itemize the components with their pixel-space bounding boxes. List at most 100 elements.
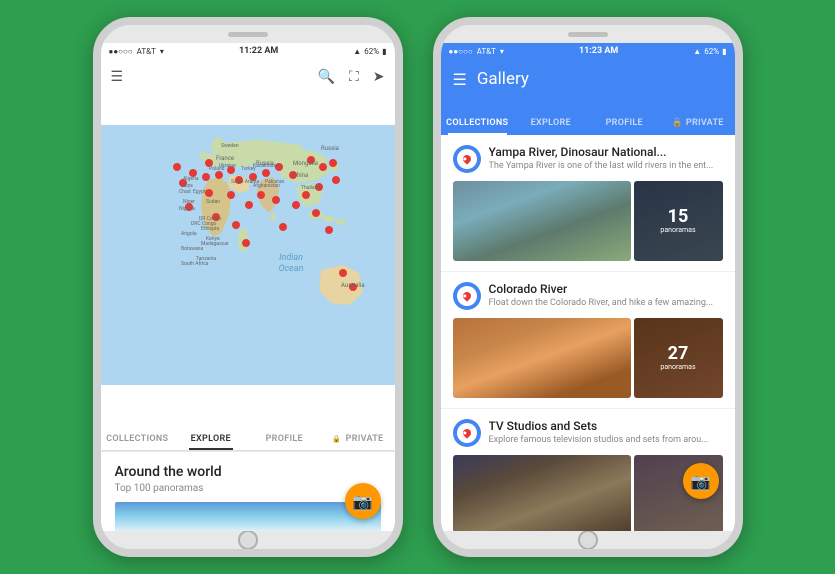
panorama-number-yampa: 15 bbox=[668, 208, 689, 226]
gallery-item-title-colorado: Colorado River bbox=[489, 282, 723, 296]
home-button-1[interactable] bbox=[238, 530, 258, 550]
phone-map: ●●○○○ AT&T ▾ 11:22 AM ▲ 62% ▮ ☰ 🔍 ⛶ ➤ bbox=[93, 17, 403, 557]
camera-icon-2: 📷 bbox=[691, 472, 711, 491]
menu-icon[interactable]: ☰ bbox=[111, 69, 124, 85]
tab-explore-1[interactable]: EXPLORE bbox=[174, 434, 248, 450]
svg-text:Russia: Russia bbox=[256, 160, 274, 167]
phone-screen-1: ●●○○○ AT&T ▾ 11:22 AM ▲ 62% ▮ ☰ 🔍 ⛶ ➤ bbox=[101, 43, 395, 531]
gallery-list[interactable]: Yampa River, Dinosaur National... The Ya… bbox=[441, 135, 735, 531]
tab-explore-2[interactable]: EXPLORE bbox=[514, 118, 588, 135]
svg-text:Mongolia: Mongolia bbox=[293, 160, 318, 167]
tab-collections-2[interactable]: COLLECTIONS bbox=[441, 118, 515, 135]
svg-text:Russia: Russia bbox=[321, 145, 339, 152]
phone-bottom-bar-2 bbox=[441, 531, 735, 549]
gallery-item-title-tv: TV Studios and Sets bbox=[489, 419, 723, 433]
svg-text:Ethiopia: Ethiopia bbox=[201, 226, 219, 232]
svg-text:Tanzania: Tanzania bbox=[196, 256, 216, 262]
navigate-icon[interactable]: ➤ bbox=[373, 69, 385, 85]
phone-top-bar-1 bbox=[101, 25, 395, 43]
gallery-item-yampa[interactable]: Yampa River, Dinosaur National... The Ya… bbox=[441, 135, 735, 272]
svg-text:China: China bbox=[293, 172, 308, 179]
carrier-2: AT&T bbox=[477, 47, 496, 56]
status-bar-1: ●●○○○ AT&T ▾ 11:22 AM ▲ 62% ▮ bbox=[101, 43, 395, 59]
tab-profile-2[interactable]: PROFILE bbox=[588, 118, 662, 135]
card-subtitle: Top 100 panoramas bbox=[115, 483, 381, 494]
gallery-item-colorado[interactable]: Colorado River Float down the Colorado R… bbox=[441, 272, 735, 409]
time-2: 11:23 AM bbox=[579, 46, 618, 56]
map-container[interactable]: ☰ 🔍 ⛶ ➤ bbox=[101, 59, 395, 415]
svg-text:Sweden: Sweden bbox=[221, 143, 239, 149]
svg-text:Sudan: Sudan bbox=[206, 199, 220, 205]
battery-1: 62% bbox=[364, 47, 379, 56]
camera-icon-1: 📷 bbox=[353, 492, 373, 511]
signal-dots-1: ●●○○○ bbox=[109, 47, 133, 56]
status-bar-2: ●●○○○ AT&T ▾ 11:23 AM ▲ 62% ▮ bbox=[441, 43, 735, 59]
colorado-photo bbox=[453, 318, 631, 398]
wifi-icon-1: ▾ bbox=[160, 47, 164, 56]
gallery-item-desc-colorado: Float down the Colorado River, and hike … bbox=[489, 298, 723, 308]
svg-text:Pakistan: Pakistan bbox=[265, 179, 285, 185]
tv-photo bbox=[453, 455, 631, 531]
sv-icon-yampa bbox=[453, 145, 481, 173]
sv-icon-colorado bbox=[453, 282, 481, 310]
time-1: 11:22 AM bbox=[239, 46, 278, 56]
map-toolbar: ☰ 🔍 ⛶ ➤ bbox=[101, 59, 395, 95]
panorama-number-colorado: 27 bbox=[668, 345, 689, 363]
phone-screen-2: ●●○○○ AT&T ▾ 11:23 AM ▲ 62% ▮ ☰ Gallery … bbox=[441, 43, 735, 531]
battery-icon-1: ▮ bbox=[382, 47, 386, 56]
battery-2: 62% bbox=[704, 47, 719, 56]
status-left-1: ●●○○○ AT&T ▾ bbox=[109, 47, 164, 56]
gallery-menu-icon[interactable]: ☰ bbox=[453, 70, 467, 89]
status-left-2: ●●○○○ AT&T ▾ bbox=[449, 47, 504, 56]
camera-fab-1[interactable]: 📷 bbox=[345, 483, 381, 519]
tab-private-1[interactable]: 🔒 PRIVATE bbox=[321, 434, 395, 450]
sv-icon-tv bbox=[453, 419, 481, 447]
gallery-tabs: COLLECTIONS EXPLORE PROFILE 🔒 PRIVATE bbox=[441, 99, 735, 135]
panorama-label-colorado: panoramas bbox=[660, 363, 695, 371]
card-image-preview bbox=[115, 502, 381, 531]
tab-collections-1[interactable]: COLLECTIONS bbox=[101, 434, 175, 450]
gallery-item-text-yampa: Yampa River, Dinosaur National... The Ya… bbox=[489, 145, 723, 171]
phone-speaker-2 bbox=[568, 32, 608, 37]
svg-text:Angola: Angola bbox=[181, 231, 197, 237]
gallery-item-text-tv: TV Studios and Sets Explore famous telev… bbox=[489, 419, 723, 445]
tab-private-2[interactable]: 🔒 PRIVATE bbox=[661, 118, 735, 135]
gallery-images-yampa: 15 panoramas bbox=[453, 181, 723, 261]
search-icon[interactable]: 🔍 bbox=[318, 69, 335, 85]
battery-icon-2: ▮ bbox=[722, 47, 726, 56]
gallery-item-header-tv: TV Studios and Sets Explore famous telev… bbox=[453, 419, 723, 447]
carrier-1: AT&T bbox=[137, 47, 156, 56]
tab-profile-1[interactable]: PROFILE bbox=[248, 434, 322, 450]
gallery-images-colorado: 27 panoramas bbox=[453, 318, 723, 398]
gallery-main-img-yampa bbox=[453, 181, 631, 261]
svg-text:Niger: Niger bbox=[183, 199, 195, 205]
lock-icon-2: 🔒 bbox=[672, 118, 684, 128]
svg-text:Algeria: Algeria bbox=[183, 176, 199, 182]
gallery-side-img-yampa: 15 panoramas bbox=[634, 181, 723, 261]
svg-text:Chad: Chad bbox=[179, 189, 191, 195]
yampa-photo bbox=[453, 181, 631, 261]
gallery-header: ☰ Gallery bbox=[441, 59, 735, 99]
phone-bottom-bar-1 bbox=[101, 531, 395, 549]
svg-text:Ocean: Ocean bbox=[278, 264, 303, 274]
map-toolbar-icons: 🔍 ⛶ ➤ bbox=[318, 69, 385, 85]
status-right-1: ▲ 62% ▮ bbox=[353, 47, 386, 56]
panorama-count-colorado: 27 panoramas bbox=[634, 318, 723, 398]
svg-text:Egypt: Egypt bbox=[193, 189, 206, 195]
gallery-images-tv bbox=[453, 455, 723, 531]
gallery-item-desc-yampa: The Yampa River is one of the last wild … bbox=[489, 161, 723, 171]
phone-top-bar-2 bbox=[441, 25, 735, 43]
svg-text:Indian: Indian bbox=[279, 253, 303, 263]
arrow-icon-2: ▲ bbox=[693, 47, 701, 56]
bottom-card: Around the world Top 100 panoramas 📷 bbox=[101, 451, 395, 531]
world-map-svg: Indian Ocean France Sweden Algeria Libya… bbox=[101, 95, 395, 415]
gallery-item-title-yampa: Yampa River, Dinosaur National... bbox=[489, 145, 723, 159]
fullscreen-icon[interactable]: ⛶ bbox=[349, 69, 359, 85]
phone-speaker-1 bbox=[228, 32, 268, 37]
status-right-2: ▲ 62% ▮ bbox=[693, 47, 726, 56]
home-button-2[interactable] bbox=[578, 530, 598, 550]
panorama-count-yampa: 15 panoramas bbox=[634, 181, 723, 261]
phone-gallery: ●●○○○ AT&T ▾ 11:23 AM ▲ 62% ▮ ☰ Gallery … bbox=[433, 17, 743, 557]
camera-fab-2[interactable]: 📷 bbox=[683, 463, 719, 499]
svg-text:France: France bbox=[216, 155, 234, 162]
